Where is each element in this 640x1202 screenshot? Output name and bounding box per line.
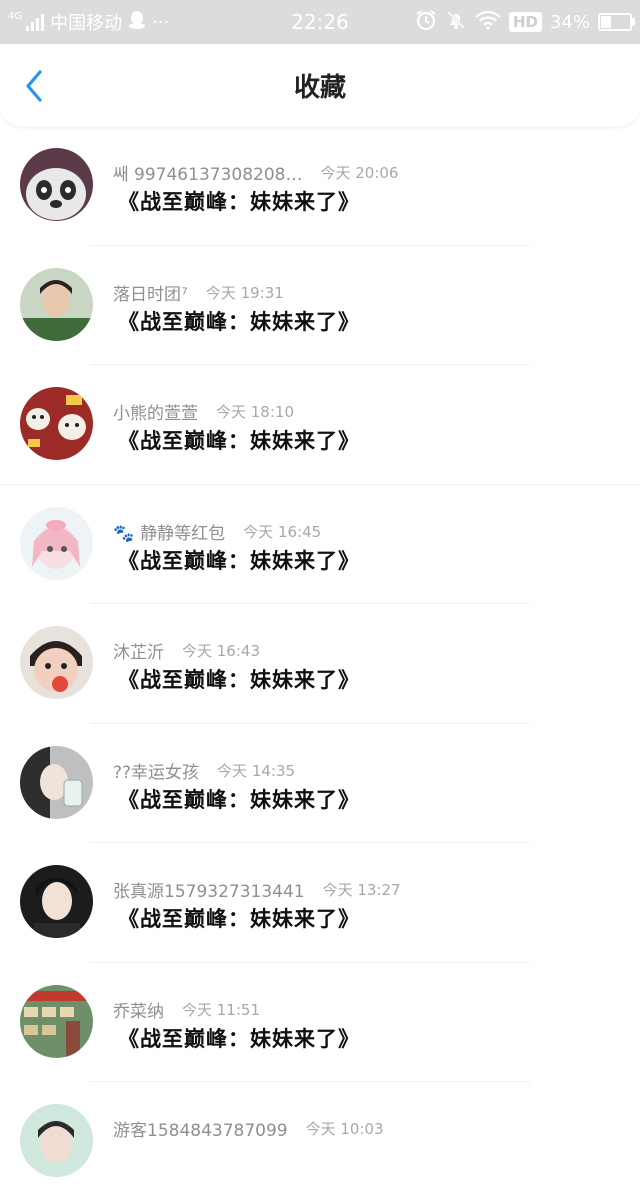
list-item[interactable]: 乔菜纳 今天 11:51 《战至巅峰：妹妹来了》: [0, 963, 640, 1082]
status-left: 4G 中国移动 ···: [8, 0, 169, 44]
timestamp: 今天 16:43: [182, 642, 260, 660]
carrier-name: 中国移动: [50, 13, 123, 34]
message-text: 《战至巅峰：妹妹来了》: [118, 668, 360, 692]
list-item[interactable]: 落日时团⁷ 今天 19:31 《战至巅峰：妹妹来了》: [0, 246, 640, 365]
timestamp: 今天 18:10: [216, 403, 294, 421]
message-text: 《战至巅峰：妹妹来了》: [118, 907, 360, 931]
list-item[interactable]: ??幸运女孩 今天 14:35 《战至巅峰：妹妹来了》: [0, 724, 640, 843]
qq-icon: [128, 10, 146, 35]
message-text: 《战至巅峰：妹妹来了》: [118, 309, 360, 334]
avatar: [20, 148, 93, 221]
nickname: 🐾 静静等红包: [113, 519, 225, 544]
paw-icon: 🐾: [113, 523, 135, 544]
nickname: 小熊的萱萱: [113, 404, 198, 424]
avatar: [20, 267, 93, 341]
more-notifications: ···: [152, 11, 170, 33]
nickname: 沐芷沂: [113, 643, 164, 663]
nickname: 落日时团⁷: [113, 284, 188, 305]
nav-bar: 收藏: [0, 44, 640, 126]
avatar: [20, 506, 93, 580]
nickname: 쌔 99746137308208…: [113, 165, 303, 185]
avatar: [20, 745, 93, 819]
nickname: ??幸运女孩: [113, 762, 200, 783]
list-item[interactable]: 张真源15793273134​41 今天 13:27 《战至巅峰：妹妹来了》: [0, 843, 640, 963]
clock: 22:26: [291, 10, 349, 34]
timestamp: 今天 20:06: [320, 164, 399, 182]
list-item[interactable]: 🐾 静静等红包 今天 16:45 《战至巅峰：妹妹来了》: [0, 485, 640, 604]
list-item[interactable]: 沐芷沂 今天 16:43 《战至巅峰：妹妹来了》: [0, 604, 640, 724]
message-text: 《战至巅峰：妹妹来了》: [118, 787, 360, 812]
status-right: HD 34%: [415, 0, 635, 44]
list-item[interactable]: 쌔 99746137308208… 今天 20:06 《战至巅峰：妹妹来了》: [0, 126, 640, 246]
nickname: 张真源15793273134​41: [113, 882, 305, 902]
list-item[interactable]: 游客1584843787099 今天 10:03: [0, 1082, 640, 1202]
hd-badge: HD: [508, 12, 542, 32]
message-text: 《战至巅峰：妹妹来了》: [118, 429, 360, 453]
battery-percent: 34%: [549, 11, 590, 33]
timestamp: 今天 19:31: [205, 283, 284, 302]
network-type: 4G: [8, 10, 23, 22]
nickname: 乔菜纳: [113, 1001, 164, 1022]
wifi-icon: [475, 10, 501, 35]
signal-icon: [26, 13, 45, 31]
timestamp: 今天 11:51: [182, 1000, 260, 1019]
avatar: [20, 865, 93, 938]
message-text: 《战至巅峰：妹妹来了》: [118, 190, 360, 214]
battery-icon: [598, 13, 635, 31]
timestamp: 今天 14:35: [217, 761, 296, 780]
alarm-icon: [415, 9, 437, 36]
avatar: [20, 626, 93, 699]
timestamp: 今天 13:27: [322, 881, 401, 899]
avatar: [20, 387, 93, 460]
avatar: [20, 1104, 93, 1177]
list-item[interactable]: 小熊的萱萱 今天 18:10 《战至巅峰：妹妹来了》: [0, 365, 640, 485]
nickname-text: 静静等红包: [140, 523, 226, 544]
timestamp: 今天 16:45: [243, 522, 322, 541]
message-text: 《战至巅峰：妹妹来了》: [118, 1026, 360, 1051]
avatar: [20, 984, 93, 1058]
nickname: 游客1584843787099: [113, 1121, 288, 1141]
message-text: 《战至巅峰：妹妹来了》: [118, 548, 360, 573]
favorites-list: 쌔 99746137308208… 今天 20:06 《战至巅峰：妹妹来了》 落…: [0, 126, 640, 1202]
timestamp: 今天 10:03: [305, 1120, 384, 1138]
page-title: 收藏: [293, 72, 346, 103]
mute-icon: [445, 9, 467, 36]
status-bar: 4G 中国移动 ··· 22:26 HD 34%: [0, 0, 640, 44]
